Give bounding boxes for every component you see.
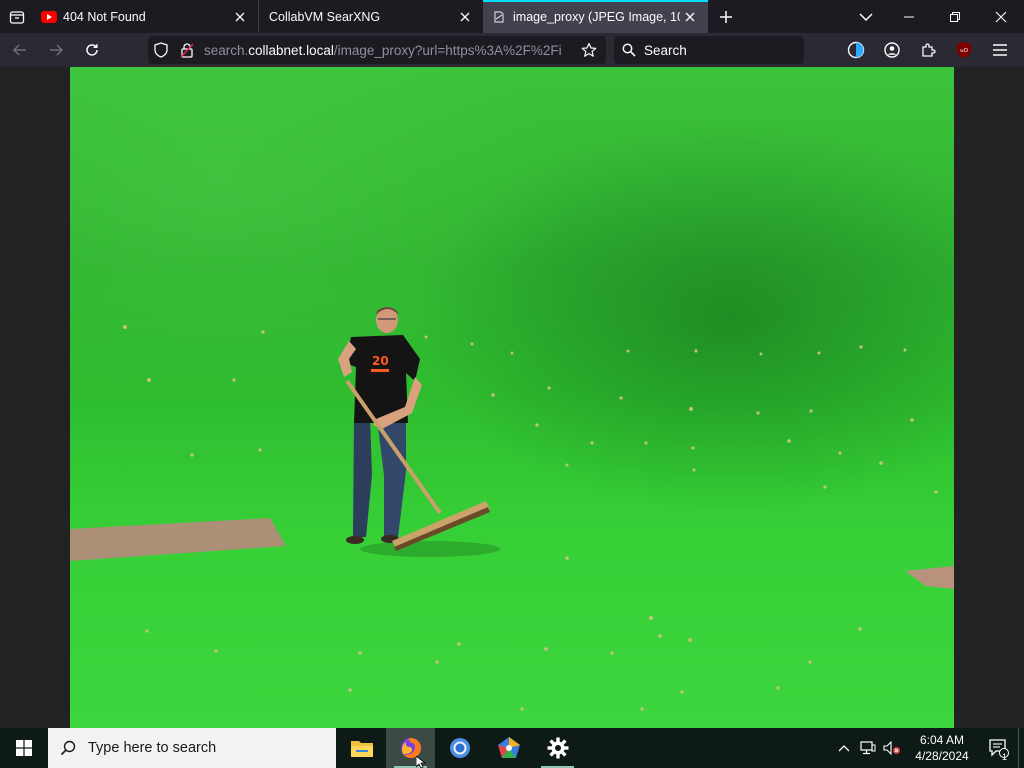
new-tab-button[interactable]	[710, 0, 742, 33]
tab-image-proxy[interactable]: image_proxy (JPEG Image, 1024	[483, 0, 708, 33]
chevron-down-icon	[859, 12, 873, 21]
close-icon	[995, 11, 1007, 22]
navigation-toolbar: search.collabnet.local/image_proxy?url=h…	[0, 33, 1024, 67]
url-path: /image_proxy?url=https%3A%2F%2Fi	[333, 42, 562, 58]
search-placeholder: Search	[644, 42, 687, 58]
firefox-view-button[interactable]	[0, 0, 33, 33]
taskbar-pentagon-app[interactable]	[484, 728, 533, 768]
account-icon	[884, 42, 900, 58]
reload-icon	[86, 43, 98, 56]
toolbar-right: uO	[838, 33, 1018, 67]
search-icon	[48, 740, 88, 756]
show-desktop-button[interactable]	[1018, 728, 1024, 768]
clock-time: 6:04 AM	[919, 733, 965, 747]
jpeg-image[interactable]: 20	[70, 67, 954, 728]
page-icon	[491, 9, 507, 25]
ublock-origin-button[interactable]: uO	[946, 33, 982, 67]
url-text[interactable]: search.collabnet.local/image_proxy?url=h…	[200, 43, 564, 58]
svg-text:uO: uO	[960, 48, 968, 54]
restore-button[interactable]	[932, 0, 978, 33]
bookmark-star-icon[interactable]	[576, 36, 602, 64]
person-sweeping: 20	[338, 307, 490, 551]
windows-logo-icon	[16, 740, 32, 756]
account-button[interactable]	[874, 33, 910, 67]
forward-arrow-icon	[50, 44, 64, 56]
back-button[interactable]	[4, 35, 36, 65]
taskbar-chrome[interactable]	[435, 728, 484, 768]
tracking-protection-shield-icon[interactable]	[148, 36, 174, 64]
insecure-lock-icon[interactable]	[174, 36, 200, 64]
ublock-shield-icon: uO	[957, 42, 971, 58]
puzzle-piece-icon	[922, 43, 936, 57]
network-button[interactable]	[856, 728, 880, 768]
close-tab-icon[interactable]	[680, 7, 700, 27]
network-icon	[860, 741, 876, 755]
taskbar-search-placeholder: Type here to search	[88, 740, 217, 756]
extensions-button[interactable]	[910, 33, 946, 67]
close-window-button[interactable]	[978, 0, 1024, 33]
file-explorer-icon	[350, 741, 373, 757]
mouse-cursor-icon	[416, 756, 426, 768]
green-screen-photo: 20	[70, 307, 954, 711]
clock-date: 4/28/2024	[915, 749, 969, 763]
url-domain: collabnet.local	[248, 42, 334, 58]
system-tray: 6:04 AM 4/28/2024 1	[832, 728, 1024, 768]
half-circle-extension-icon	[847, 41, 865, 59]
taskbar-settings[interactable]	[533, 728, 582, 768]
chevron-up-icon	[838, 745, 850, 752]
tab-strip: 404 Not Found CollabVM SearXNG image_pro…	[0, 0, 1024, 33]
search-bar[interactable]: Search	[614, 36, 804, 64]
tab-collabvm-searxng[interactable]: CollabVM SearXNG	[258, 0, 483, 33]
app-pentagon-icon	[497, 737, 520, 758]
tabstrip-spacer	[742, 0, 846, 33]
show-hidden-icons-button[interactable]	[832, 728, 856, 768]
reload-button[interactable]	[76, 35, 108, 65]
action-center-button[interactable]: 1	[980, 728, 1018, 768]
taskbar-file-explorer[interactable]	[337, 728, 386, 768]
close-tab-icon[interactable]	[230, 7, 250, 27]
chrome-icon	[449, 738, 470, 758]
forward-button[interactable]	[40, 35, 72, 65]
windows-taskbar: Type here to search 6:04 AM 4/28/2024 1	[0, 728, 1024, 768]
close-tab-icon[interactable]	[455, 7, 475, 27]
taskbar-firefox[interactable]	[386, 728, 435, 768]
app-menu-button[interactable]	[982, 33, 1018, 67]
taskbar-search-box[interactable]: Type here to search	[48, 728, 336, 768]
tab-label: 404 Not Found	[63, 9, 146, 24]
list-all-tabs-button[interactable]	[846, 0, 886, 33]
tab-label: image_proxy (JPEG Image, 1024	[513, 9, 680, 24]
start-button[interactable]	[0, 728, 48, 768]
taskbar-clock[interactable]: 6:04 AM 4/28/2024	[904, 732, 980, 764]
minimize-button[interactable]	[886, 0, 932, 33]
volume-button[interactable]	[880, 728, 904, 768]
plus-icon	[720, 10, 732, 23]
back-arrow-icon	[12, 44, 26, 56]
url-subdomain: search.	[204, 42, 249, 58]
minimize-icon	[904, 16, 914, 17]
extension-button[interactable]	[838, 33, 874, 67]
tab-404-not-found[interactable]: 404 Not Found	[33, 0, 258, 33]
search-icon	[614, 43, 644, 57]
address-bar[interactable]: search.collabnet.local/image_proxy?url=h…	[148, 36, 606, 64]
volume-muted-icon	[883, 741, 900, 755]
youtube-icon	[41, 9, 57, 25]
firefox-view-icon	[9, 10, 24, 24]
hamburger-menu-icon	[993, 44, 1007, 56]
svg-text:20: 20	[372, 354, 389, 368]
restore-icon	[950, 11, 960, 22]
notification-count: 1	[1001, 752, 1007, 762]
tab-label: CollabVM SearXNG	[269, 9, 381, 24]
settings-icon	[547, 737, 568, 759]
page-content: 20	[0, 67, 1024, 728]
